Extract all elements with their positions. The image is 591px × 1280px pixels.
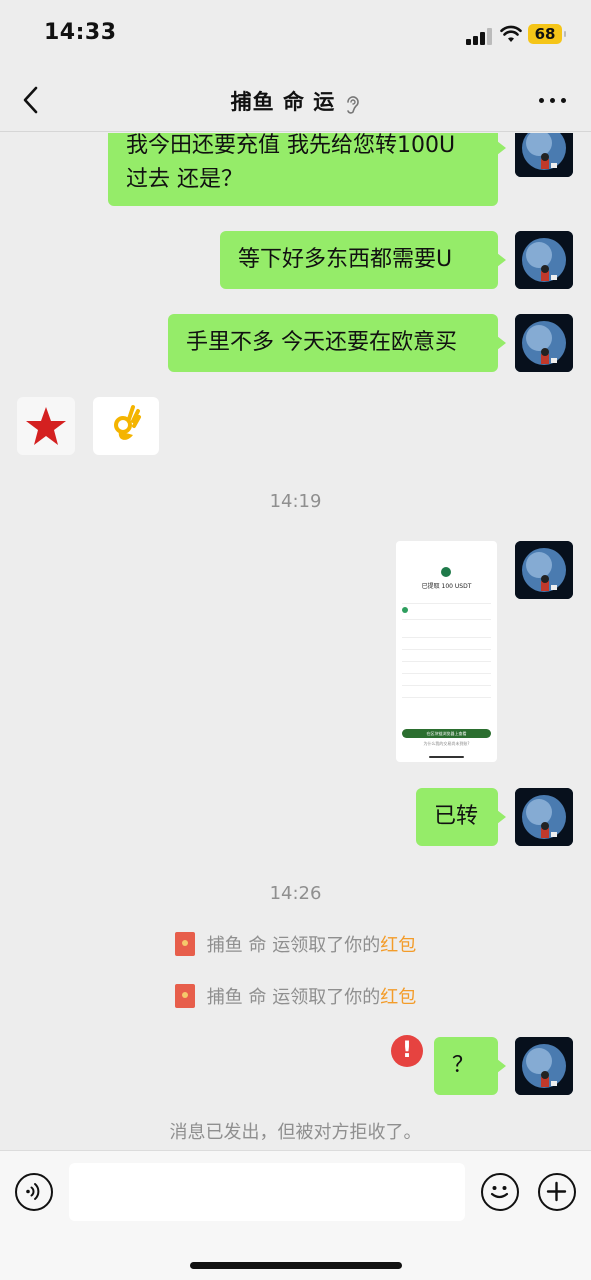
image-message[interactable]: 已提取 100 USDT 在区块链浏览器上查看 为什么我的交易尚未到账? [396,541,497,762]
contact-avatar[interactable] [17,397,75,455]
image-divider [402,673,491,674]
home-indicator [190,1262,402,1269]
image-divider [402,603,491,604]
more-icon[interactable] [539,98,567,104]
avatar[interactable] [515,788,573,846]
red-packet-icon [174,932,195,956]
red-packet-link[interactable]: 红包 [380,987,416,1008]
image-divider [402,637,491,638]
message-bubble[interactable]: 手里不多 今天还要在欧意买 [168,314,506,372]
image-headline: 已提取 100 USDT [421,583,472,590]
status-circle-icon [441,567,451,577]
timestamp: 14:19 [269,491,322,512]
message-bubble[interactable]: ？ [434,1037,506,1095]
image-divider [402,619,491,620]
system-notice: 捕鱼 命 运领取了你的红包 [0,931,591,958]
message-text: 过去 还是？ [126,167,243,192]
battery-icon: 68 [528,24,566,44]
avatar[interactable] [515,133,573,177]
smiley-icon [490,1186,509,1199]
red-packet-link[interactable]: 红包 [380,935,416,956]
message-bubble[interactable]: 等下好多东西都需要U [220,231,506,289]
status-bar: 14:33 68 [0,0,591,70]
wifi-icon [500,25,522,42]
cellular-signal-icon [466,27,492,45]
avatar[interactable] [515,1037,573,1095]
message-input[interactable] [69,1163,465,1221]
image-button: 在区块链浏览器上查看 [402,729,491,738]
timestamp: 14:26 [269,883,322,904]
input-bar [0,1150,591,1280]
message-text: 我今田还要充值 我先给您转100U [126,133,456,158]
red-packet-icon [174,984,195,1008]
image-divider [402,685,491,686]
plus-icon[interactable] [538,1173,576,1211]
status-time: 14:33 [44,20,117,45]
image-link: 为什么我的交易尚未到账? [423,741,470,746]
star-icon [26,407,66,445]
image-divider [402,661,491,662]
message-bubble[interactable]: 已转 [416,788,506,846]
avatar-earth-icon [515,1037,573,1095]
check-icon [402,607,408,613]
image-homebar [429,756,464,758]
image-divider [402,649,491,650]
avatar[interactable] [515,314,573,372]
notice-text: 捕鱼 命 运领取了你的 [206,987,381,1008]
message-text: ？ [452,1053,475,1078]
voice-waves-icon [26,1183,40,1200]
message-text: 已转 [434,804,479,829]
notice-text: 捕鱼 命 运领取了你的 [206,935,381,956]
image-divider [402,697,491,698]
message-bubble[interactable]: 我今田还要充值 我先给您转100U 过去 还是？ [108,133,506,206]
avatar-earth-icon [515,231,573,289]
message-text: 手里不多 今天还要在欧意买 [186,330,457,355]
avatar[interactable] [515,541,573,599]
ok-hand-emoji-icon [114,405,141,440]
avatar-earth-icon [515,788,573,846]
emoji-icon[interactable] [481,1173,519,1211]
avatar-earth-icon [515,133,573,177]
avatar[interactable] [515,231,573,289]
message-text: 等下好多东西都需要U [238,247,453,272]
chat-title[interactable]: 捕鱼 命 运 [231,90,336,114]
send-failed-icon[interactable]: ! [391,1035,423,1067]
avatar-earth-icon [515,541,573,599]
voice-icon[interactable] [15,1173,53,1211]
chat-area[interactable]: 我今田还要充值 我先给您转100U 过去 还是？ 等下好多东西都需要U 手里不多… [0,133,591,1150]
system-notice: 捕鱼 命 运领取了你的红包 [0,983,591,1010]
message-bubble[interactable] [93,397,159,455]
ear-icon [347,95,360,114]
avatar-earth-icon [515,314,573,372]
chat-header: 捕鱼 命 运 [0,70,591,132]
plus-glyph-icon [546,1181,567,1202]
chat-title-wrap: 捕鱼 命 运 [0,86,591,116]
rejected-notice: 消息已发出，但被对方拒收了。 [169,1122,422,1143]
